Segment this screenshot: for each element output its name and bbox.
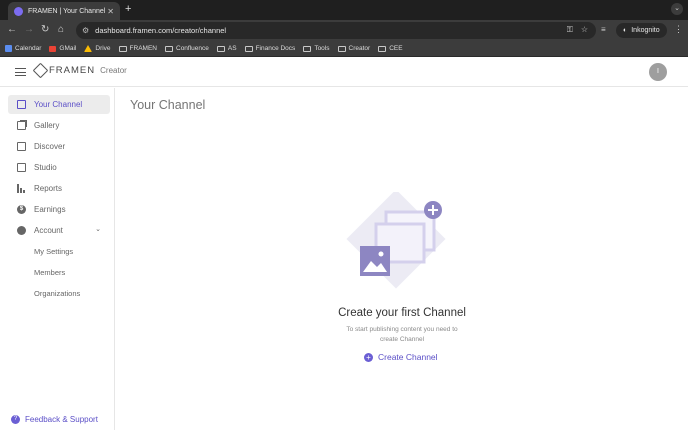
brand-name: FRAMEN: [49, 65, 96, 76]
sidebar-subitem-organizations[interactable]: Organizations: [34, 289, 80, 298]
avatar[interactable]: I: [649, 63, 667, 81]
gmail-icon: [49, 45, 57, 52]
incognito-badge[interactable]: ◐ Inkognito: [616, 23, 667, 38]
empty-state-description: To start publishing content you need to …: [346, 326, 458, 343]
reload-icon[interactable]: ↻: [41, 24, 49, 35]
empty-state-title: Create your first Channel: [338, 307, 466, 319]
plus-icon: +: [364, 352, 373, 362]
sidebar-item-discover[interactable]: Discover: [8, 137, 110, 156]
browser-menu-icon[interactable]: ⋮: [674, 24, 683, 35]
url-text[interactable]: dashboard.framen.com/creator/channel: [95, 26, 226, 35]
bookmark-star-icon[interactable]: ☆: [581, 25, 588, 35]
bookmark-calendar[interactable]: Calendar: [5, 45, 41, 52]
studio-icon: [17, 163, 26, 172]
sidebar-subitem-members[interactable]: Members: [34, 268, 65, 277]
bookmark-gmail[interactable]: GMail: [49, 45, 76, 52]
bookmark-creator[interactable]: Creator: [337, 45, 370, 52]
create-channel-button[interactable]: + Create Channel: [364, 352, 438, 362]
framen-logo[interactable]: FRAMEN Creator: [32, 62, 127, 79]
new-tab-button[interactable]: +: [125, 3, 131, 15]
bookmark-as[interactable]: AS: [216, 45, 237, 52]
sidebar-item-earnings[interactable]: $ Earnings: [8, 200, 110, 219]
browser-tab-strip: FRAMEN | Your Channel ✕ + ⌄: [0, 0, 688, 20]
empty-channel-illustration: [346, 192, 446, 289]
bookmark-drive[interactable]: Drive: [84, 45, 111, 52]
calendar-icon: [5, 45, 12, 52]
gallery-icon: [17, 121, 26, 130]
close-tab-icon[interactable]: ✕: [107, 7, 114, 16]
browser-toolbar: ← → ↻ ⌂ ⚙ dashboard.framen.com/creator/c…: [0, 20, 688, 41]
drive-icon: [84, 45, 93, 52]
tab-search-icon[interactable]: ⌄: [671, 3, 683, 15]
forward-icon[interactable]: →: [24, 24, 34, 35]
bookmarks-bar: Calendar GMail Drive FRAMEN Confluence A…: [0, 41, 688, 57]
folder-icon: [244, 45, 253, 52]
sidebar: Your Channel Gallery Discover Studio Rep…: [0, 88, 115, 430]
app-header: FRAMEN Creator I: [0, 57, 688, 87]
brand-subtitle: Creator: [100, 66, 127, 75]
bookmark-confluence[interactable]: Confluence: [165, 45, 209, 52]
folder-icon: [165, 45, 173, 52]
sidebar-item-reports[interactable]: Reports: [8, 179, 110, 198]
folder-icon: [378, 45, 387, 52]
folder-icon: [337, 45, 346, 52]
account-icon: [17, 226, 26, 235]
main-content: Your Channel Create your first Channel T…: [116, 88, 688, 430]
home-icon[interactable]: ⌂: [58, 24, 64, 35]
sidebar-item-studio[interactable]: Studio: [8, 158, 110, 177]
help-icon: ?: [11, 415, 20, 424]
sidebar-item-account[interactable]: Account ⌄: [8, 221, 110, 240]
sidebar-item-your-channel[interactable]: Your Channel: [8, 95, 110, 114]
tab-title: FRAMEN | Your Channel: [28, 7, 106, 15]
folder-icon: [303, 45, 312, 52]
folder-icon: [216, 45, 225, 52]
feedback-support-link[interactable]: ? Feedback & Support: [11, 415, 98, 424]
earnings-icon: $: [17, 205, 26, 214]
reports-icon: [17, 184, 26, 193]
framen-favicon-icon: [14, 6, 23, 16]
bookmark-finance-docs[interactable]: Finance Docs: [244, 45, 295, 52]
bookmark-cee[interactable]: CEE: [378, 45, 403, 52]
password-key-icon[interactable]: ⚿: [567, 25, 573, 35]
sidebar-item-gallery[interactable]: Gallery: [8, 116, 110, 135]
address-bar[interactable]: ⚙ dashboard.framen.com/creator/channel ⚿…: [76, 22, 596, 39]
discover-icon: [17, 142, 26, 151]
menu-icon[interactable]: [15, 68, 26, 76]
browser-tab[interactable]: FRAMEN | Your Channel ✕: [8, 2, 120, 20]
site-info-icon[interactable]: ⚙: [82, 26, 89, 35]
incognito-icon: ◐: [623, 27, 628, 34]
chevron-down-icon[interactable]: ⌄: [95, 225, 101, 233]
bookmark-tools[interactable]: Tools: [303, 45, 330, 52]
incognito-label: Inkognito: [631, 27, 660, 34]
sidebar-subitem-my-settings[interactable]: My Settings: [34, 247, 73, 256]
bookmark-framen[interactable]: FRAMEN: [118, 45, 157, 52]
framen-logo-icon: [32, 62, 49, 79]
media-controls-icon[interactable]: ≡: [601, 25, 606, 34]
back-icon[interactable]: ←: [7, 24, 17, 35]
page-title: Your Channel: [130, 98, 206, 112]
channel-icon: [17, 100, 26, 109]
folder-icon: [118, 45, 127, 52]
